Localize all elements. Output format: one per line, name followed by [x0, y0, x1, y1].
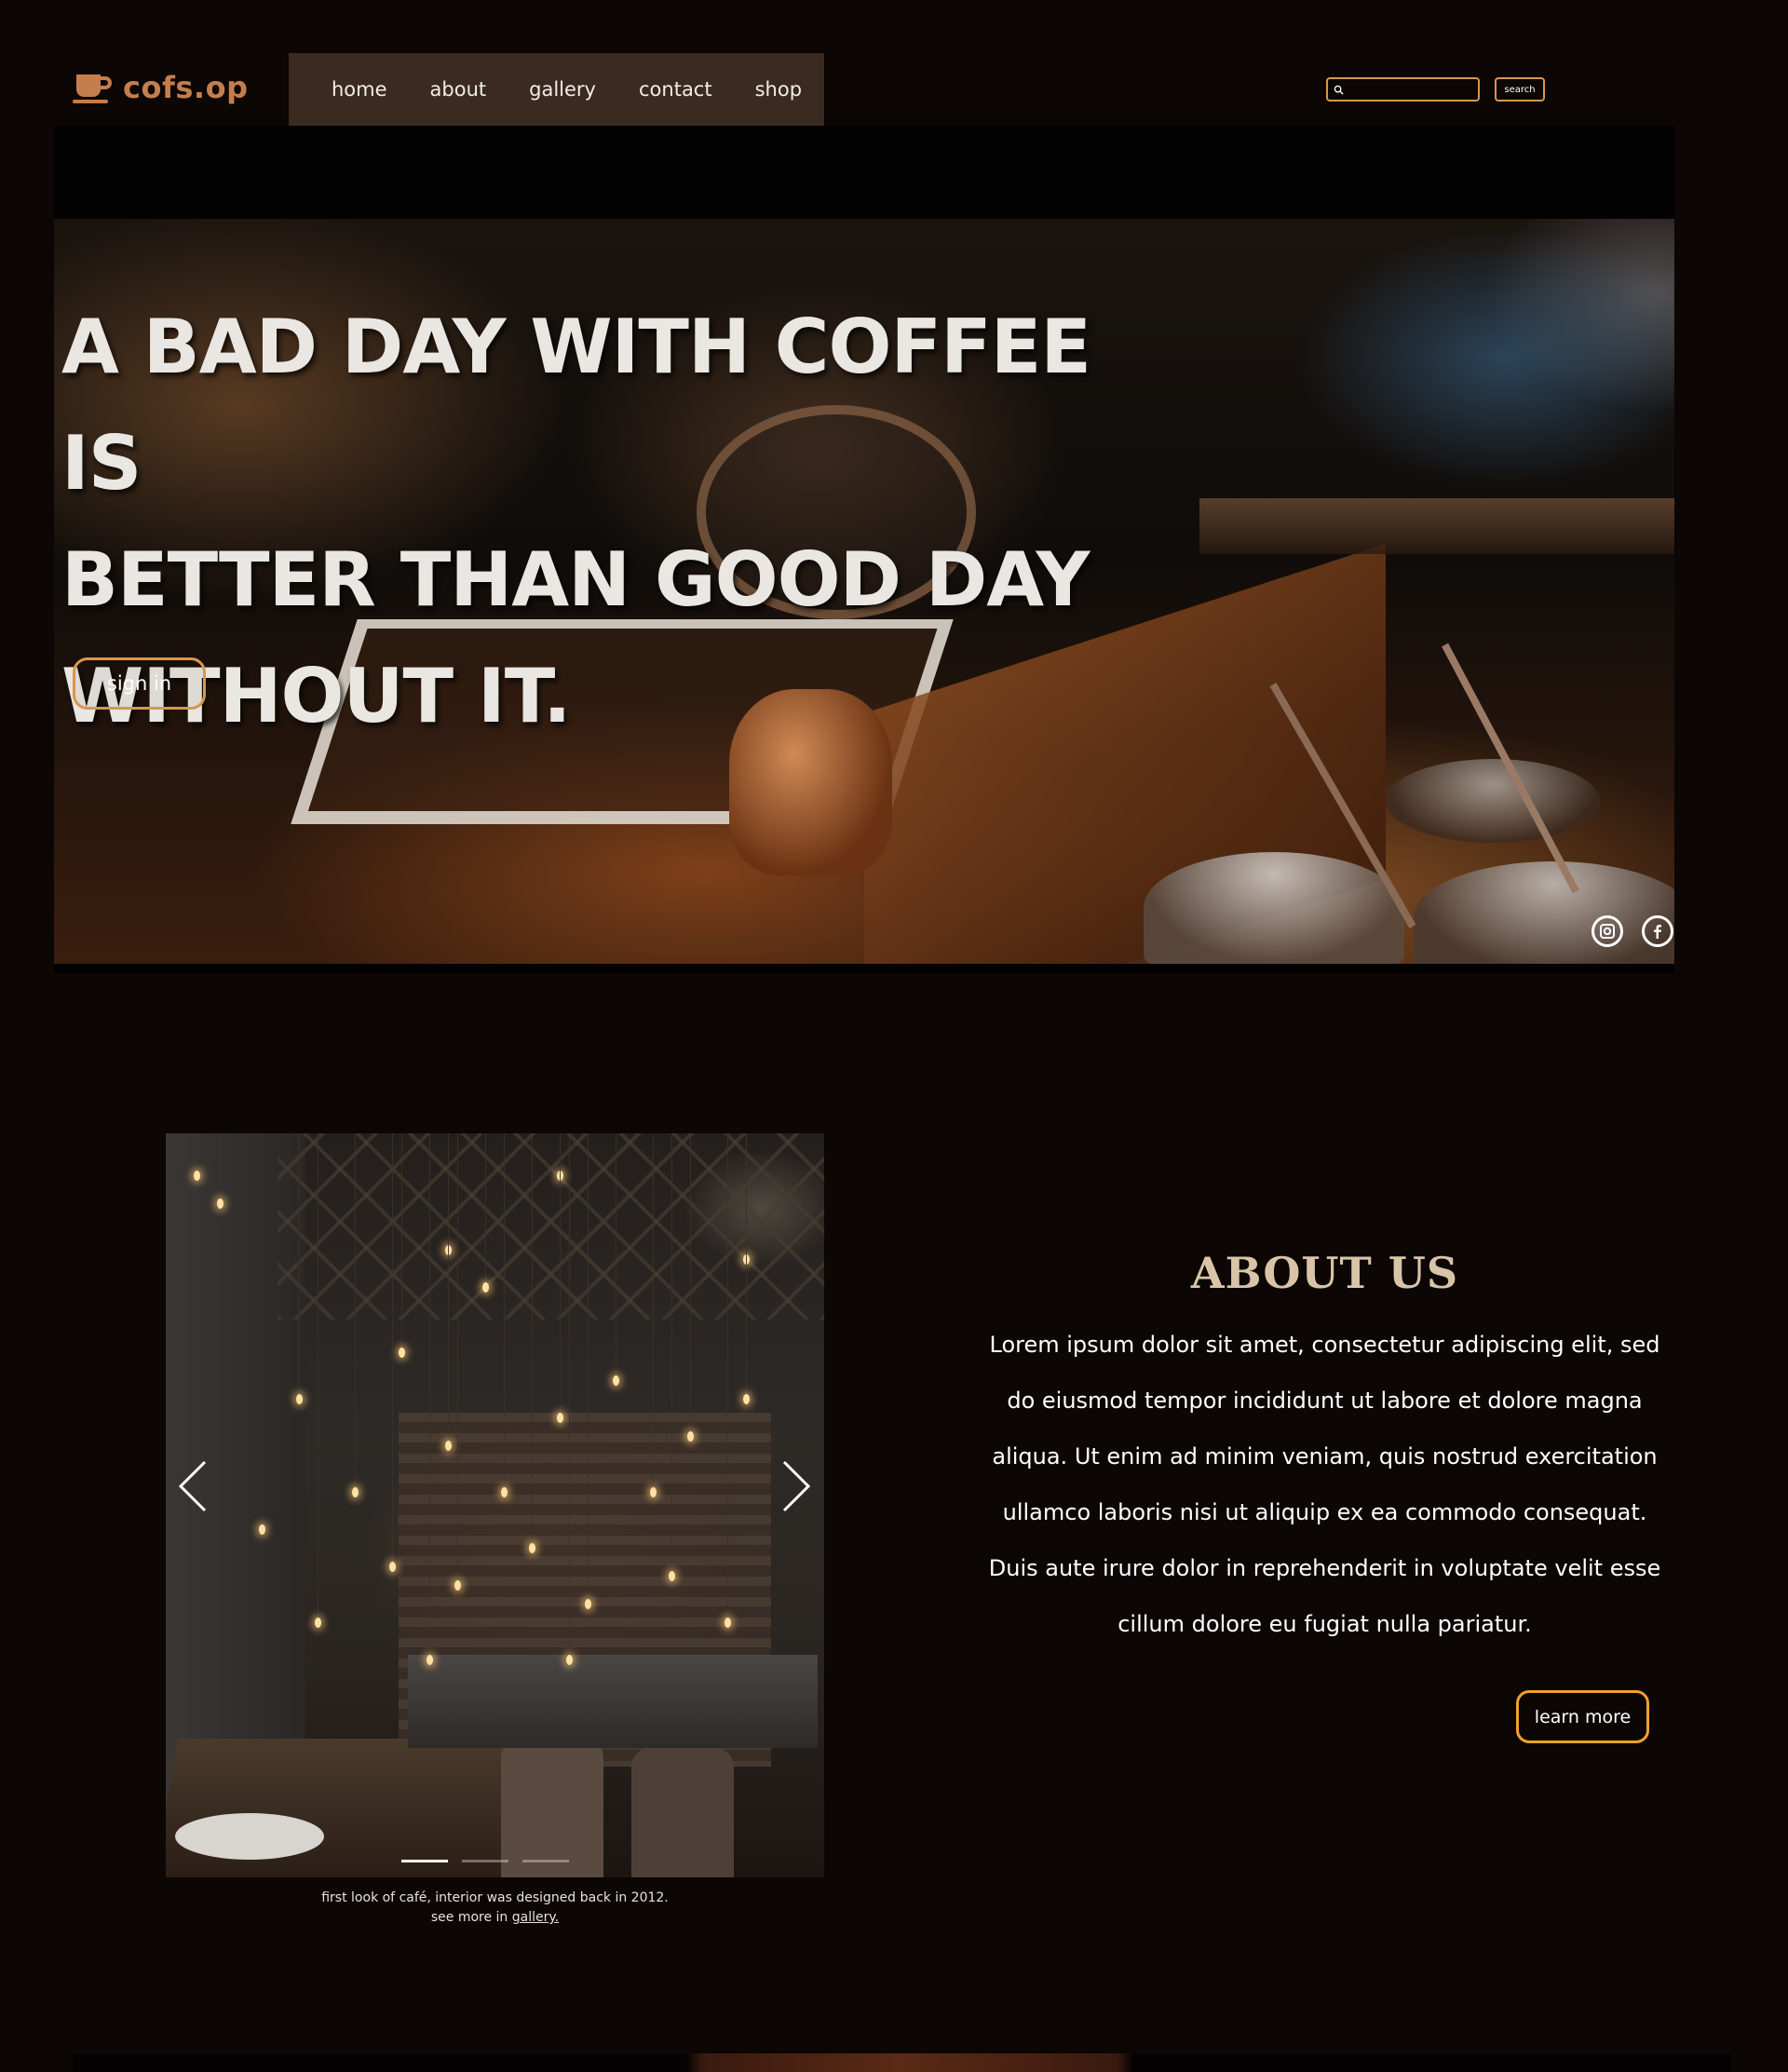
light-bulb: [557, 1413, 563, 1423]
light-wire: [746, 1133, 747, 1394]
learn-more-button[interactable]: learn more: [1516, 1690, 1649, 1743]
light-bulb: [389, 1562, 396, 1572]
facebook-icon[interactable]: [1642, 915, 1673, 947]
carousel-caption: first look of café, interior was designe…: [166, 1889, 824, 1928]
instagram-icon[interactable]: [1592, 915, 1623, 947]
carousel-next-arrow[interactable]: [775, 1460, 812, 1512]
nav-item-home[interactable]: home: [332, 78, 387, 101]
light-bulb: [585, 1599, 591, 1609]
light-bulb: [217, 1199, 224, 1209]
nav-item-gallery[interactable]: gallery: [529, 78, 596, 101]
next-section-preview: [73, 2053, 1730, 2072]
carousel-indicator-3[interactable]: [522, 1860, 569, 1862]
light-wire: [448, 1133, 449, 1441]
light-wire: [690, 1133, 691, 1431]
carousel-chair: [501, 1739, 603, 1877]
about-text: Lorem ipsum dolor sit amet, consectetur …: [988, 1332, 1661, 1637]
light-wire: [560, 1133, 561, 1413]
logo[interactable]: cofs.op: [73, 65, 248, 110]
light-wire: [429, 1133, 430, 1655]
light-wire: [485, 1133, 486, 1282]
carousel-ceiling-grid: [278, 1133, 824, 1320]
about-title: ABOUT US: [1190, 1248, 1459, 1298]
instagram-glyph: [1600, 924, 1615, 939]
carousel-indicator-1[interactable]: [401, 1860, 448, 1862]
light-bulb: [529, 1543, 535, 1553]
light-bulb: [501, 1487, 508, 1497]
light-bulb: [427, 1655, 433, 1665]
facebook-glyph: [1654, 925, 1661, 939]
light-wire: [196, 1133, 197, 1171]
carousel-prev-arrow[interactable]: [177, 1460, 214, 1512]
gallery-link[interactable]: gallery.: [512, 1910, 559, 1925]
light-wire: [220, 1133, 221, 1199]
light-bulb: [296, 1394, 303, 1404]
carousel-image: [166, 1133, 824, 1877]
light-bulb: [613, 1375, 619, 1386]
hero-shelf: [1199, 498, 1674, 554]
carousel-caption-prefix: see more in: [430, 1910, 512, 1925]
nav-item-contact[interactable]: contact: [639, 78, 712, 101]
light-wire: [262, 1133, 263, 1524]
light-wire: [401, 1133, 402, 1347]
light-wire: [532, 1133, 533, 1543]
light-bulb: [669, 1571, 675, 1581]
hero-cup-2: [1414, 861, 1674, 964]
light-bulb: [725, 1618, 731, 1628]
hero-title-line: A BAD DAY WITH COFFEE IS: [61, 304, 1091, 507]
light-bulb: [743, 1394, 750, 1404]
light-wire: [457, 1133, 458, 1580]
search-button[interactable]: search: [1495, 77, 1545, 102]
light-bulb: [315, 1618, 321, 1628]
light-bulb: [566, 1655, 573, 1665]
light-wire: [355, 1133, 356, 1487]
nav-item-shop[interactable]: shop: [755, 78, 802, 101]
carousel-counter: [408, 1655, 818, 1748]
light-bulb: [352, 1487, 359, 1497]
main-nav: home about gallery contact shop: [289, 53, 824, 126]
carousel-chair: [631, 1748, 734, 1877]
light-wire: [588, 1133, 589, 1599]
light-wire: [671, 1133, 672, 1571]
light-wire: [299, 1133, 300, 1394]
hero-cup-1: [1144, 852, 1404, 964]
hero-title: A BAD DAY WITH COFFEE IS BETTER THAN GOO…: [61, 289, 1179, 754]
light-wire: [504, 1133, 505, 1487]
light-wire: [569, 1133, 570, 1655]
coffee-cup-icon: [73, 74, 112, 103]
carousel-indicator-2[interactable]: [462, 1860, 508, 1862]
search-box: [1326, 77, 1480, 102]
search-input[interactable]: [1348, 83, 1473, 96]
nav-item-about[interactable]: about: [430, 78, 487, 101]
hero-title-line: BETTER THAN GOOD DAY: [61, 536, 1090, 623]
carousel-caption-line: see more in gallery.: [166, 1908, 824, 1928]
carousel-caption-line: first look of café, interior was designe…: [321, 1890, 669, 1905]
light-bulb: [687, 1431, 694, 1442]
light-bulb: [194, 1171, 200, 1181]
sign-in-button[interactable]: sign in: [73, 657, 206, 710]
light-bulb: [445, 1441, 452, 1451]
carousel-plate: [175, 1813, 324, 1860]
light-bulb: [399, 1347, 405, 1358]
hero-cup-3: [1386, 759, 1600, 843]
light-wire: [653, 1133, 654, 1487]
light-wire: [392, 1133, 393, 1562]
light-bulb: [454, 1580, 461, 1591]
light-bulb: [482, 1282, 489, 1293]
search-icon: [1334, 85, 1344, 95]
logo-text: cofs.op: [123, 70, 249, 105]
light-bulb: [259, 1524, 265, 1535]
light-bulb: [650, 1487, 657, 1497]
light-wire: [727, 1133, 728, 1618]
